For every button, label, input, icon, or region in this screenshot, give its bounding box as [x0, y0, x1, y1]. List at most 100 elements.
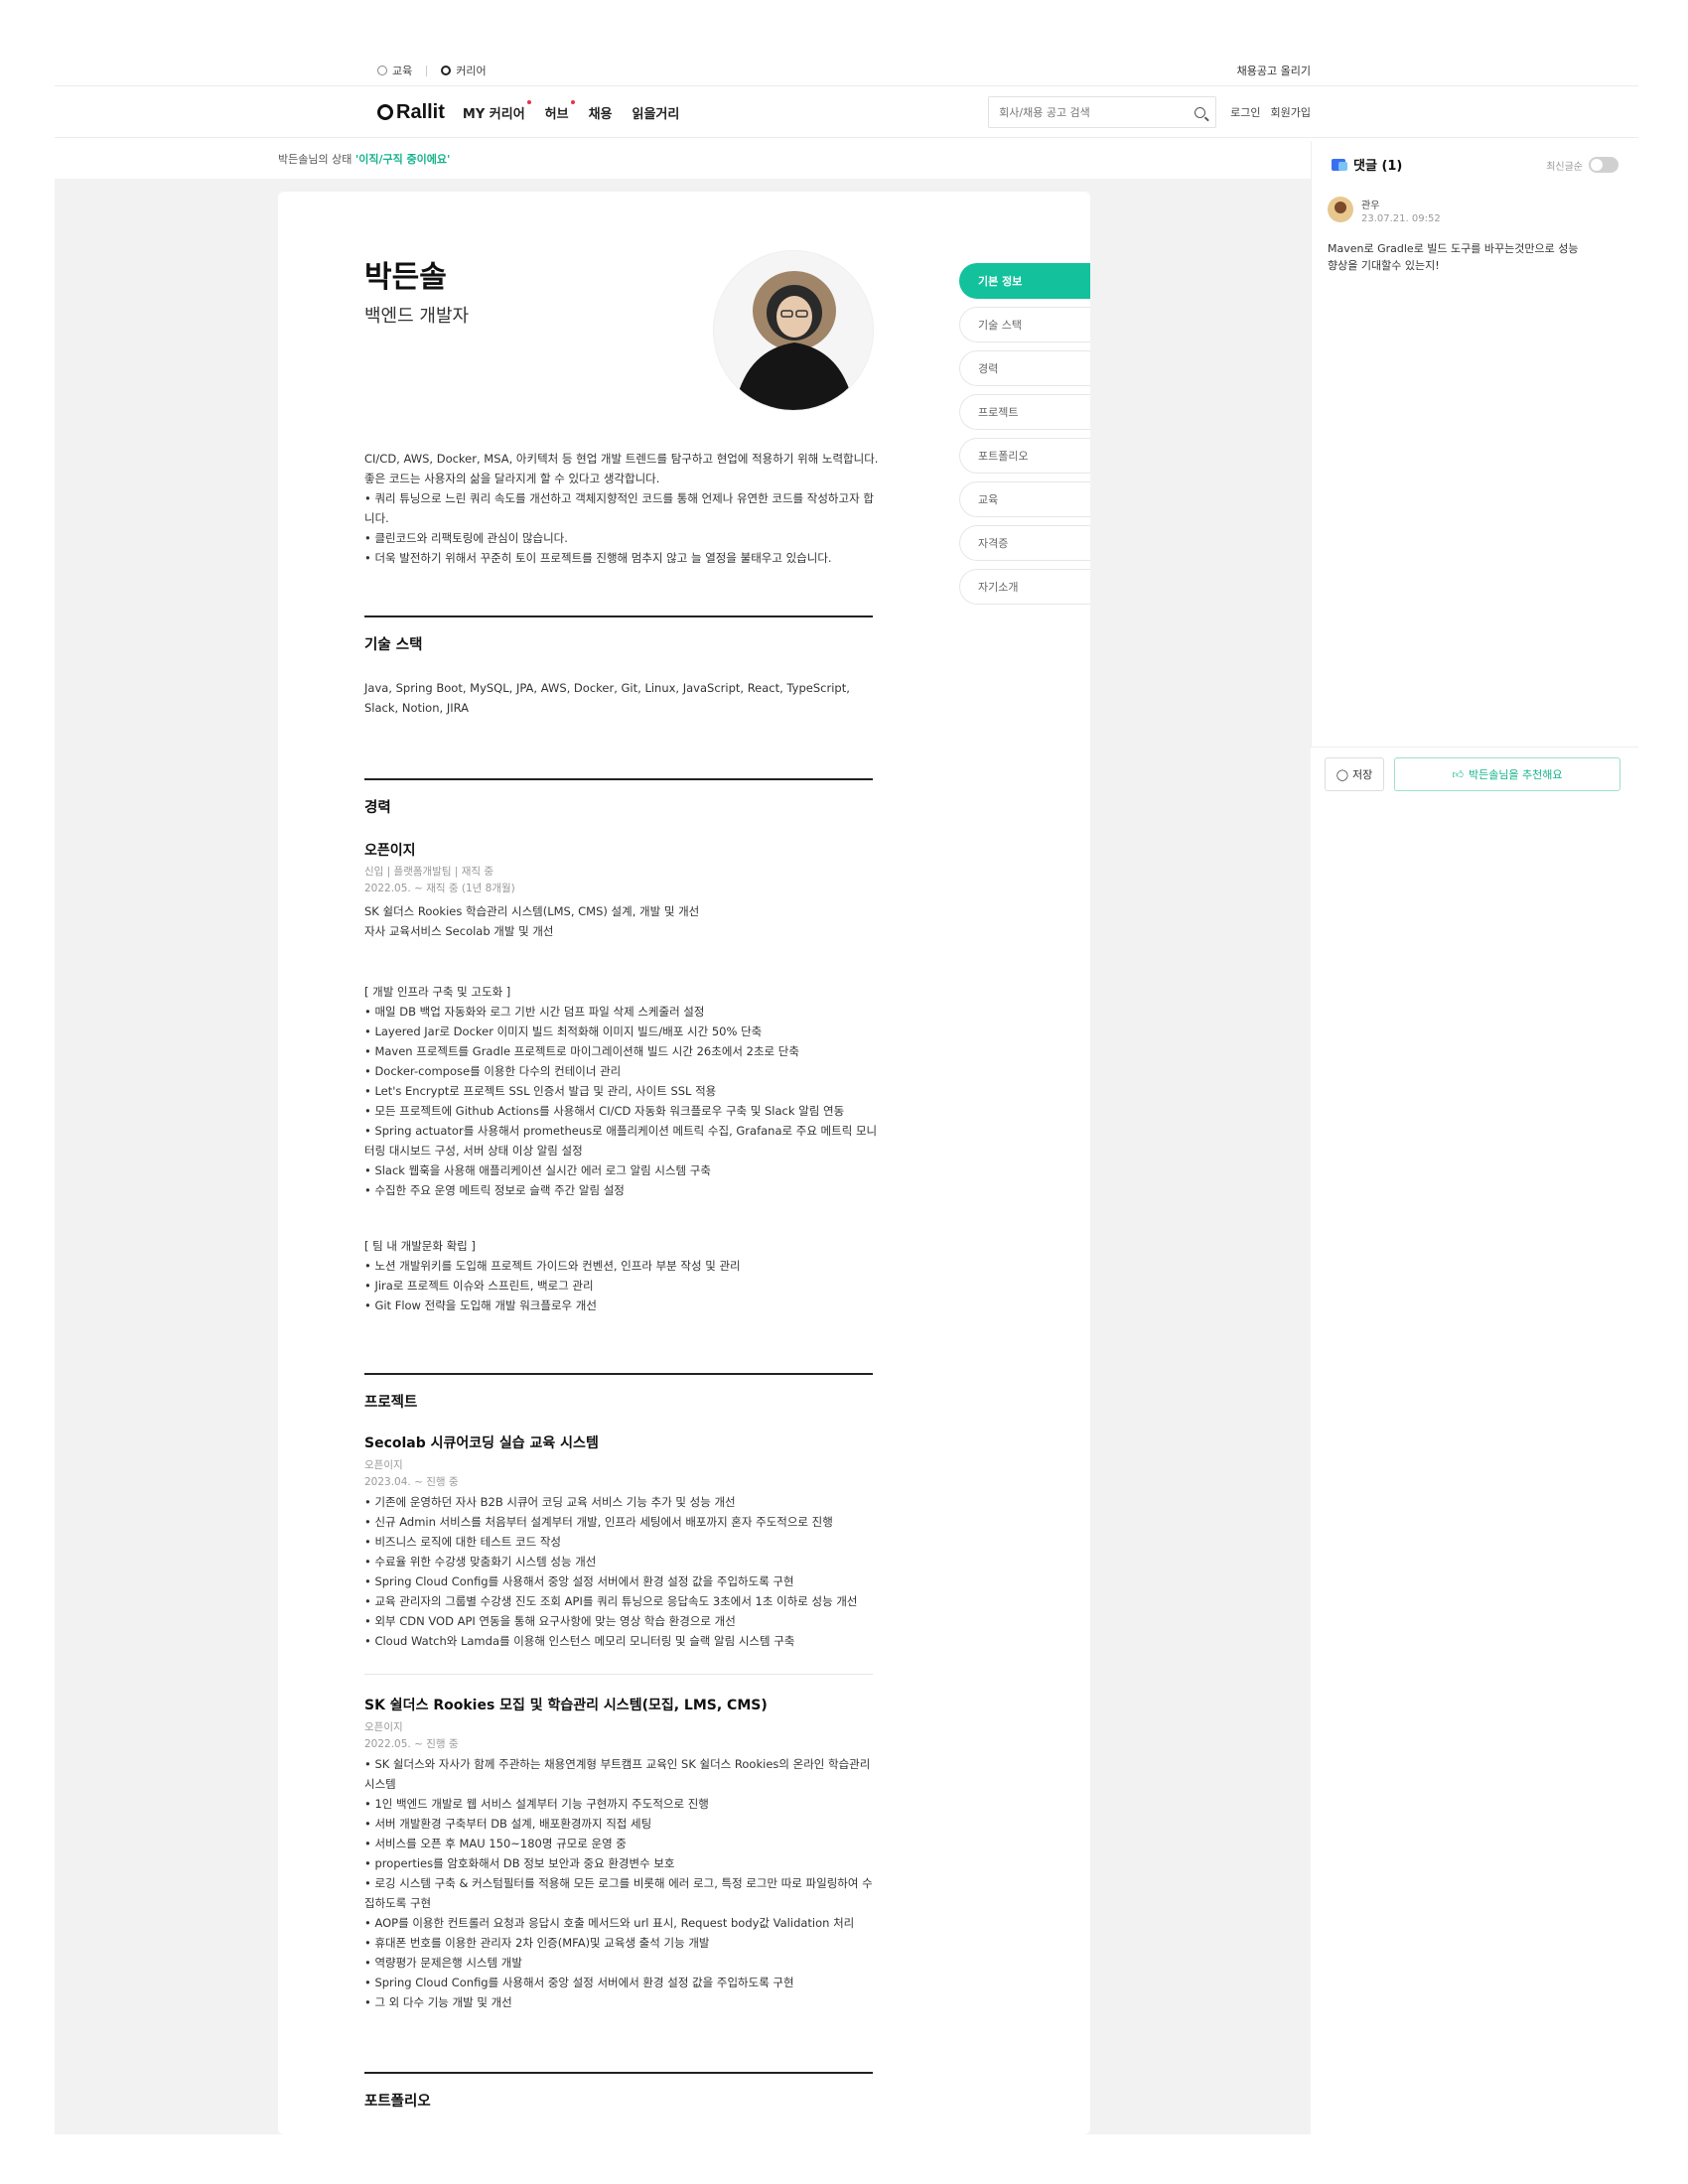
- search-icon[interactable]: [1195, 106, 1206, 118]
- logo-text: Rallit: [396, 100, 445, 123]
- career-summary-line: SK 쉴더스 Rookies 학습관리 시스템(LMS, CMS) 설계, 개발…: [364, 904, 700, 918]
- main-nav: Rallit MY 커리어 허브 채용 읽을거리 로그인 회원가입: [377, 95, 1311, 129]
- portfolio-title: 포트폴리오: [364, 2094, 431, 2110]
- comment-time: 23.07.21. 09:52: [1361, 213, 1441, 224]
- new-dot: [526, 99, 531, 104]
- project-bullet: • 비즈니스 로직에 대한 테스트 코드 작성: [364, 1535, 561, 1549]
- tab-basic-info[interactable]: 기본 정보: [959, 263, 1090, 299]
- profile-photo-image: [714, 251, 873, 410]
- nav-my-career-label: MY 커리어: [462, 106, 525, 122]
- career-meta-period: 2022.05. ~ 재직 중 (1년 8개월): [364, 883, 515, 894]
- project-bullet: • Spring Cloud Config를 사용해서 중앙 설정 서버에서 환…: [364, 1574, 794, 1588]
- team-title: [ 팀 내 개발문화 확립 ]: [364, 1239, 476, 1253]
- team-line: • 노션 개발위키를 도입해 프로젝트 가이드와 컨벤션, 인프라 부분 작성 …: [364, 1259, 741, 1273]
- career-infra: [ 개발 인프라 구축 및 고도화 ] • 매일 DB 백업 자동화와 로그 기…: [364, 982, 881, 1200]
- search-box[interactable]: [988, 96, 1217, 128]
- education-icon: [377, 66, 387, 75]
- top-divider: [55, 85, 1638, 86]
- infra-line: • 매일 DB 백업 자동화와 로그 기반 시간 덤프 파일 삭제 스케줄러 설…: [364, 1005, 705, 1019]
- comment-body: Maven로 Gradle로 빌드 도구를 바꾸는것만으로 성능 향상을 기대할…: [1328, 242, 1579, 272]
- projects-title: 프로젝트: [364, 1395, 418, 1411]
- project-org: 오픈이지: [364, 1459, 403, 1471]
- post-job-link[interactable]: 채용공고 올리기: [1237, 63, 1311, 78]
- save-button[interactable]: ◯ 저장: [1325, 757, 1384, 791]
- skills-title: 기술 스택: [364, 637, 423, 653]
- infra-line: • Maven 프로젝트를 Gradle 프로젝트로 마이그레이션해 빌드 시간…: [364, 1044, 799, 1058]
- commenter-avatar: [1328, 197, 1353, 222]
- sort-toggle[interactable]: 최신글순: [1546, 157, 1618, 173]
- infra-line: • Let's Encrypt로 프로젝트 SSL 인증서 발급 및 관리, 사…: [364, 1084, 717, 1098]
- intro-line: • 더욱 발전하기 위해서 꾸준히 토이 프로젝트를 진행해 멈추지 않고 늘 …: [364, 551, 832, 565]
- topbar-separator: [426, 65, 428, 76]
- status-prefix: 박든솔님의 상태: [278, 153, 352, 166]
- profile-name: 박든솔: [364, 260, 447, 295]
- section-divider: [364, 2072, 873, 2074]
- recommend-button[interactable]: 👍︎ 박든솔님을 추천해요: [1394, 757, 1620, 791]
- infra-line: • Layered Jar로 Docker 이미지 빌드 최적화해 이미지 빌드…: [364, 1024, 763, 1038]
- project-bullet: • 휴대폰 번호를 이용한 관리자 2차 인증(MFA)및 교육생 출석 기능 …: [364, 1936, 710, 1950]
- project-bullet: • AOP를 이용한 컨트롤러 요청과 응답시 호출 메서드와 url 표시, …: [364, 1916, 855, 1930]
- project-period: 2023.04. ~ 진행 중: [364, 1476, 459, 1488]
- project-bullet: • SK 쉴더스와 자사가 함께 주관하는 채용연계형 부트캠프 교육인 SK …: [364, 1757, 871, 1791]
- project-divider: [364, 1674, 873, 1675]
- rallit-logo-icon: [377, 104, 393, 120]
- rallit-small-icon: [441, 66, 452, 75]
- nav-jobs[interactable]: 채용: [589, 103, 613, 122]
- project-bullet: • 외부 CDN VOD API 연동을 통해 요구사항에 맞는 영상 학습 환…: [364, 1614, 736, 1628]
- career-meta-position: 신입 | 플랫폼개발팀 | 재직 중: [364, 866, 494, 878]
- nav-hub-label: 허브: [544, 106, 569, 122]
- utility-bar: 교육 커리어 채용공고 올리기: [377, 60, 1311, 81]
- comment-author: 관우 23.07.21. 09:52: [1328, 197, 1441, 224]
- profile-intro: CI/CD, AWS, Docker, MSA, 아키텍처 등 현업 개발 트렌…: [364, 449, 881, 568]
- intro-line: CI/CD, AWS, Docker, MSA, 아키텍처 등 현업 개발 트렌…: [364, 452, 879, 466]
- project-bullet: • 서비스를 오픈 후 MAU 150~180명 규모로 운영 중: [364, 1837, 627, 1850]
- thumbs-up-icon: 👍︎: [1452, 767, 1464, 781]
- project-bullet: • 수료율 위한 수강생 맞춤화기 시스템 성능 개선: [364, 1555, 597, 1569]
- new-dot: [570, 99, 575, 104]
- comment-bubble-icon: [1332, 158, 1347, 171]
- project-bullet: • 역량평가 문제은행 시스템 개발: [364, 1956, 522, 1970]
- signup-link[interactable]: 회원가입: [1271, 104, 1311, 120]
- career-label: 커리어: [456, 65, 487, 77]
- infra-title: [ 개발 인프라 구축 및 고도화 ]: [364, 985, 511, 999]
- project-bullet: • 교육 관리자의 그룹별 수강생 진도 조회 API를 쿼리 튜닝으로 응답속…: [364, 1594, 858, 1608]
- career-link[interactable]: 커리어: [441, 63, 487, 78]
- rallit-logo[interactable]: Rallit: [377, 101, 445, 124]
- tab-career[interactable]: 경력: [959, 350, 1090, 386]
- tab-portfolio[interactable]: 포트폴리오: [959, 438, 1090, 474]
- login-link[interactable]: 로그인: [1230, 104, 1260, 120]
- tab-skills[interactable]: 기술 스택: [959, 307, 1090, 342]
- commenter-name: 관우: [1361, 201, 1380, 211]
- profile-photo: [713, 250, 874, 411]
- career-summary: SK 쉴더스 Rookies 학습관리 시스템(LMS, CMS) 설계, 개발…: [364, 901, 881, 941]
- nav-hub[interactable]: 허브: [544, 99, 575, 122]
- team-line: • Jira로 프로젝트 이슈와 스프린트, 백로그 관리: [364, 1279, 594, 1293]
- search-input[interactable]: [999, 105, 1196, 119]
- career-title: 경력: [364, 800, 391, 816]
- project-bullet: • Cloud Watch와 Lamda를 이용해 인스턴스 메모리 모니터링 …: [364, 1634, 795, 1648]
- section-divider: [364, 778, 873, 780]
- nav-reading[interactable]: 읽을거리: [633, 103, 680, 122]
- infra-line: • 수집한 주요 운영 메트릭 정보로 슬랙 주간 알림 설정: [364, 1183, 625, 1197]
- education-label: 교육: [392, 65, 413, 77]
- save-label: 저장: [1352, 768, 1373, 781]
- career-meta: 신입 | 플랫폼개발팀 | 재직 중 2022.05. ~ 재직 중 (1년 8…: [364, 864, 881, 897]
- tab-certificates[interactable]: 자격증: [959, 525, 1090, 561]
- project-period: 2022.05. ~ 진행 중: [364, 1738, 459, 1750]
- project-bullet: • 그 외 다수 기능 개발 및 개선: [364, 1995, 512, 2009]
- nav-my-career[interactable]: MY 커리어: [462, 99, 531, 122]
- project-bullet: • 서버 개발환경 구축부터 DB 설계, 배포환경까지 직접 세팅: [364, 1817, 652, 1831]
- project-bullets: • SK 쉴더스와 자사가 함께 주관하는 채용연계형 부트캠프 교육인 SK …: [364, 1754, 881, 2012]
- tab-self-intro[interactable]: 자기소개: [959, 569, 1090, 605]
- comments-panel: 댓글 (1) 최신글순 관우 23.07.21. 09:52 Maven로 Gr…: [1311, 141, 1638, 747]
- tab-education[interactable]: 교육: [959, 481, 1090, 517]
- tab-projects[interactable]: 프로젝트: [959, 394, 1090, 430]
- intro-line: • 클린코드와 리팩토링에 관심이 많습니다.: [364, 531, 568, 545]
- recommend-label: 박든솔님을 추천해요: [1468, 768, 1563, 781]
- toggle-switch[interactable]: [1589, 157, 1618, 173]
- project-bullet: • properties를 암호화해서 DB 정보 보안과 중요 환경변수 보호: [364, 1856, 675, 1870]
- education-link[interactable]: 교육: [377, 63, 412, 78]
- intro-line: • 쿼리 튜닝으로 느린 쿼리 속도를 개선하고 객체지향적인 코드를 통해 언…: [364, 491, 874, 525]
- section-divider: [364, 1373, 873, 1375]
- infra-line: • Slack 웹훅을 사용해 애플리케이션 실시간 에러 로그 알림 시스템 …: [364, 1163, 711, 1177]
